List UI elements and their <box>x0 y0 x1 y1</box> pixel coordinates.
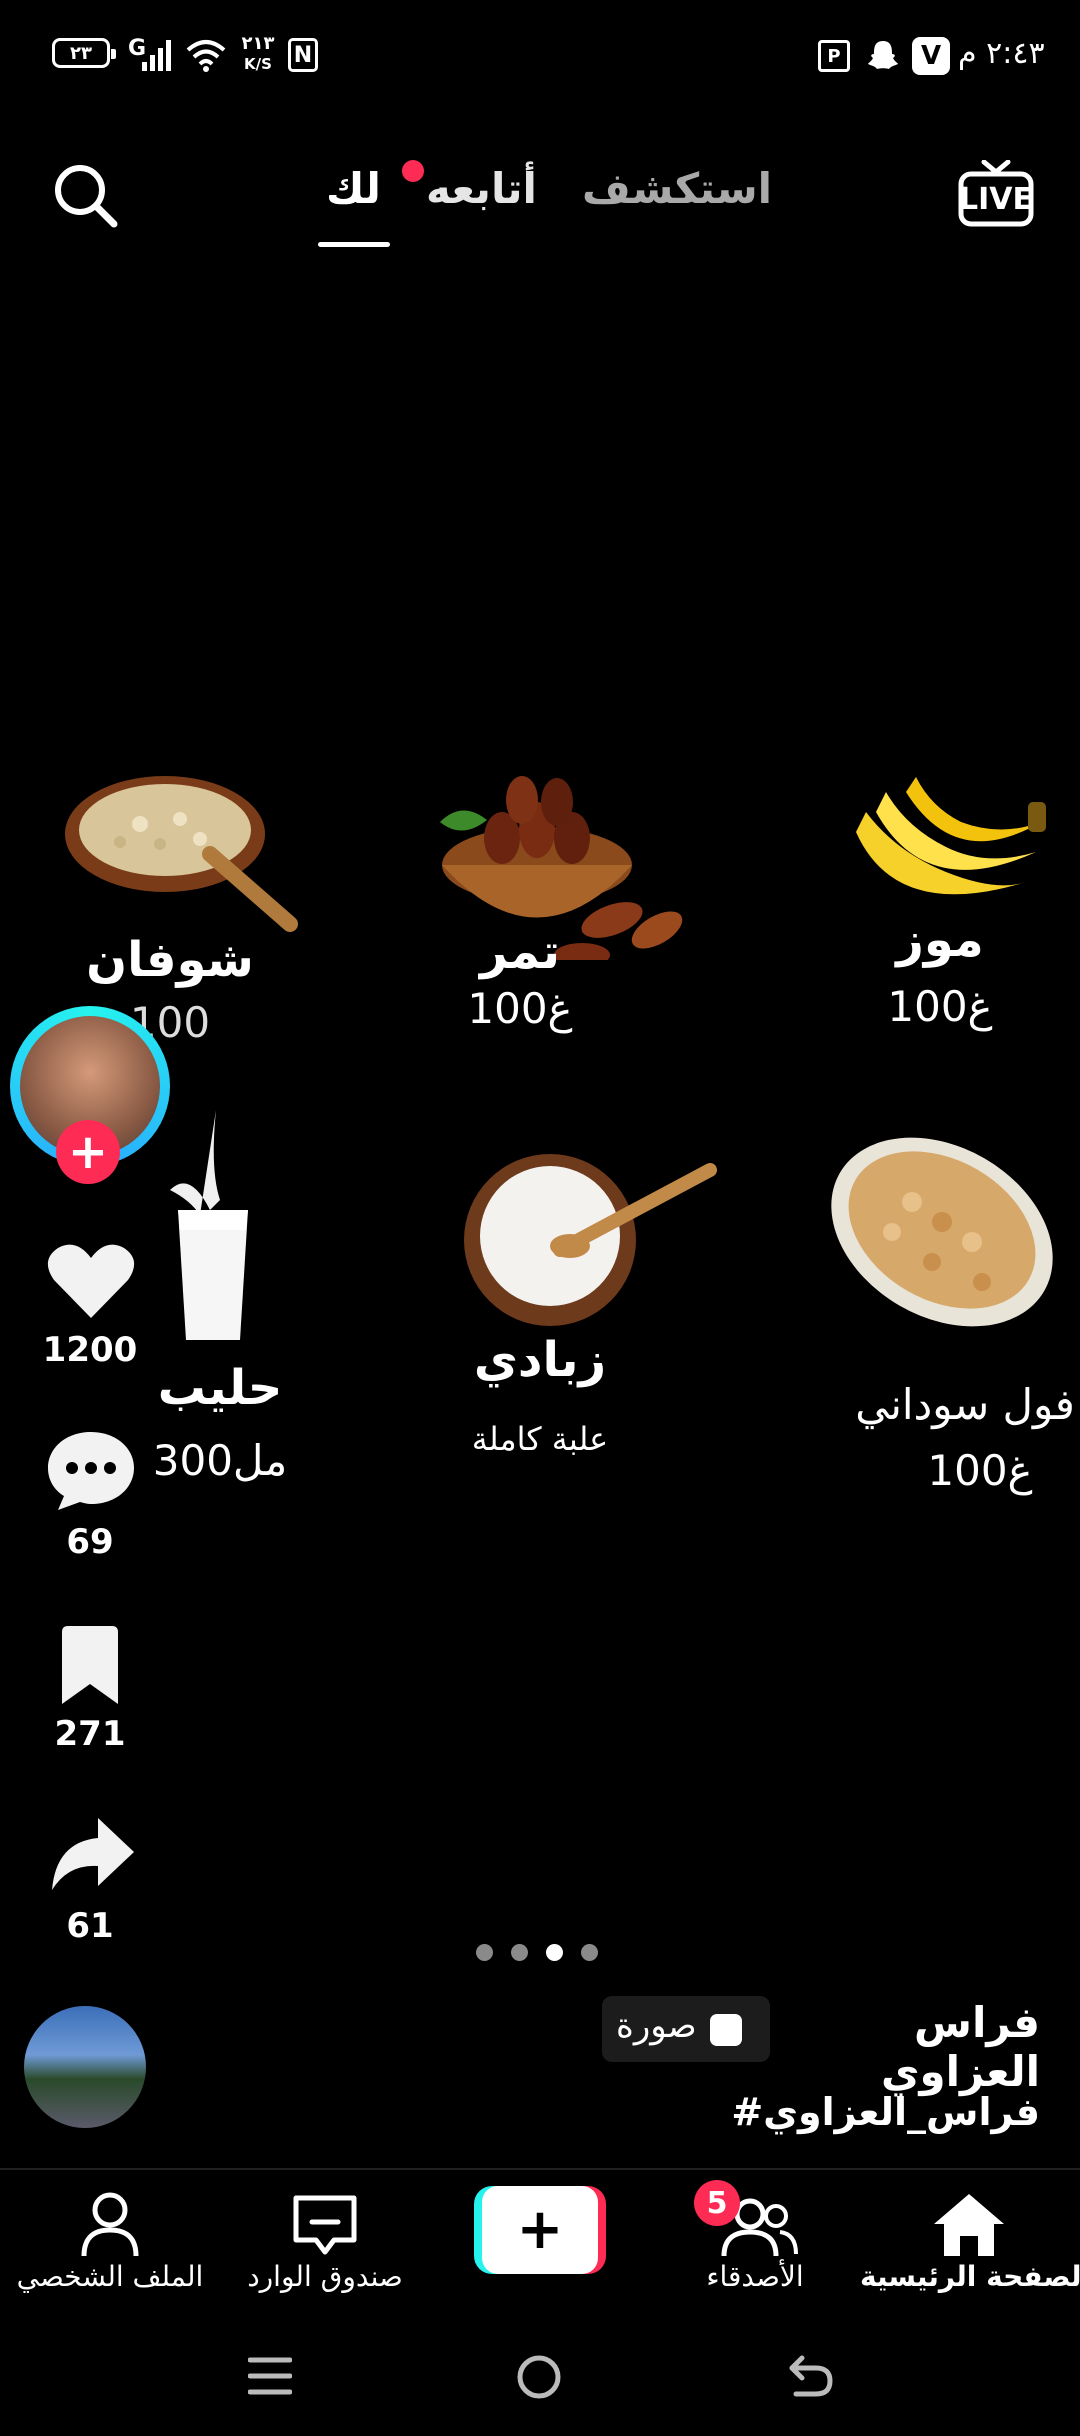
live-button[interactable]: LIVE <box>958 159 1034 228</box>
app-notification-icon: P <box>818 40 850 72</box>
carousel-dots <box>476 1942 606 1962</box>
create-button[interactable]: + <box>474 2186 606 2274</box>
inbox-icon <box>293 2195 357 2255</box>
wifi-icon <box>186 40 226 72</box>
food-qty-dates: 100غ <box>467 984 573 1033</box>
food-name-milk: حليب <box>157 1360 283 1416</box>
plus-icon: + <box>482 2186 598 2274</box>
snapchat-icon <box>868 41 898 69</box>
likes-count: 1200 <box>42 1330 138 1370</box>
food-qty-milk: 300مل <box>152 1436 288 1485</box>
share-icon[interactable] <box>48 1814 136 1894</box>
nav-profile[interactable]: الملف الشخصي <box>10 2180 210 2300</box>
search-icon[interactable] <box>50 160 120 230</box>
active-tab-indicator <box>318 242 390 247</box>
food-name-yogurt: زبادي <box>473 1332 607 1388</box>
food-qty-peanuts: 100غ <box>927 1446 1033 1495</box>
peanuts-image <box>831 1137 1053 1327</box>
status-bar: ٢٣ G ٢١٣ K/S N P V ٢:٤٣ م <box>0 0 1080 120</box>
comments-count: 69 <box>66 1522 114 1562</box>
profile-icon <box>81 2192 139 2257</box>
food-name-dates: تمر <box>479 924 561 980</box>
friends-badge: 5 <box>694 2180 740 2226</box>
saves-count: 271 <box>54 1714 126 1754</box>
clock: ٢:٤٣ م <box>958 36 1045 71</box>
oats-image <box>65 776 298 932</box>
food-qty-yogurt: علبة كاملة <box>471 1420 609 1458</box>
author-name[interactable]: فراس العزاوي <box>780 1998 1040 2096</box>
signal-icon <box>142 40 171 71</box>
home-icon <box>934 2194 1004 2256</box>
music-disc[interactable] <box>24 2006 146 2128</box>
comment-icon[interactable] <box>44 1428 138 1512</box>
milk-image <box>170 1110 248 1340</box>
bookmark-icon[interactable] <box>56 1626 124 1706</box>
nfc-icon: N <box>288 38 318 72</box>
back-icon[interactable] <box>788 2352 834 2398</box>
food-name-banana: موز <box>896 912 984 968</box>
follow-plus-button[interactable]: + <box>56 1120 120 1184</box>
food-qty-banana: 100غ <box>887 982 993 1031</box>
tab-following[interactable]: أتابعه <box>426 164 537 213</box>
recent-apps-icon[interactable] <box>248 2354 292 2398</box>
tab-explore[interactable]: استكشف <box>582 164 772 213</box>
photo-type-badge: صورة <box>602 1996 770 2062</box>
home-system-icon[interactable] <box>516 2354 562 2400</box>
heart-icon[interactable] <box>46 1240 136 1320</box>
carousel-dot[interactable] <box>476 1943 493 1961</box>
shares-count: 61 <box>66 1906 114 1946</box>
carousel-dot[interactable] <box>511 1943 528 1961</box>
nav-friends[interactable]: 5 الأصدقاء <box>670 2180 840 2300</box>
photo-icon <box>710 2014 742 2046</box>
food-name-oats: شوفان <box>86 932 254 988</box>
yogurt-image <box>464 1154 717 1326</box>
notification-dot <box>402 160 424 182</box>
battery-icon: ٢٣ <box>52 38 116 68</box>
net-speed: ٢١٣ K/S <box>241 33 275 74</box>
tab-for-you[interactable]: لك <box>326 164 381 213</box>
hashtag[interactable]: #فراس_العزاوي <box>640 2090 1040 2134</box>
nav-home[interactable]: الصفحة الرئيسية <box>860 2180 1080 2300</box>
banana-image <box>856 777 1046 895</box>
vpn-icon: V <box>912 37 950 75</box>
carousel-dot[interactable] <box>581 1943 598 1961</box>
food-name-peanuts: فول سوداني <box>855 1380 1075 1429</box>
bottom-nav-divider <box>0 2168 1080 2170</box>
nav-inbox[interactable]: صندوق الوارد <box>240 2180 410 2300</box>
carousel-dot-active[interactable] <box>546 1943 563 1961</box>
